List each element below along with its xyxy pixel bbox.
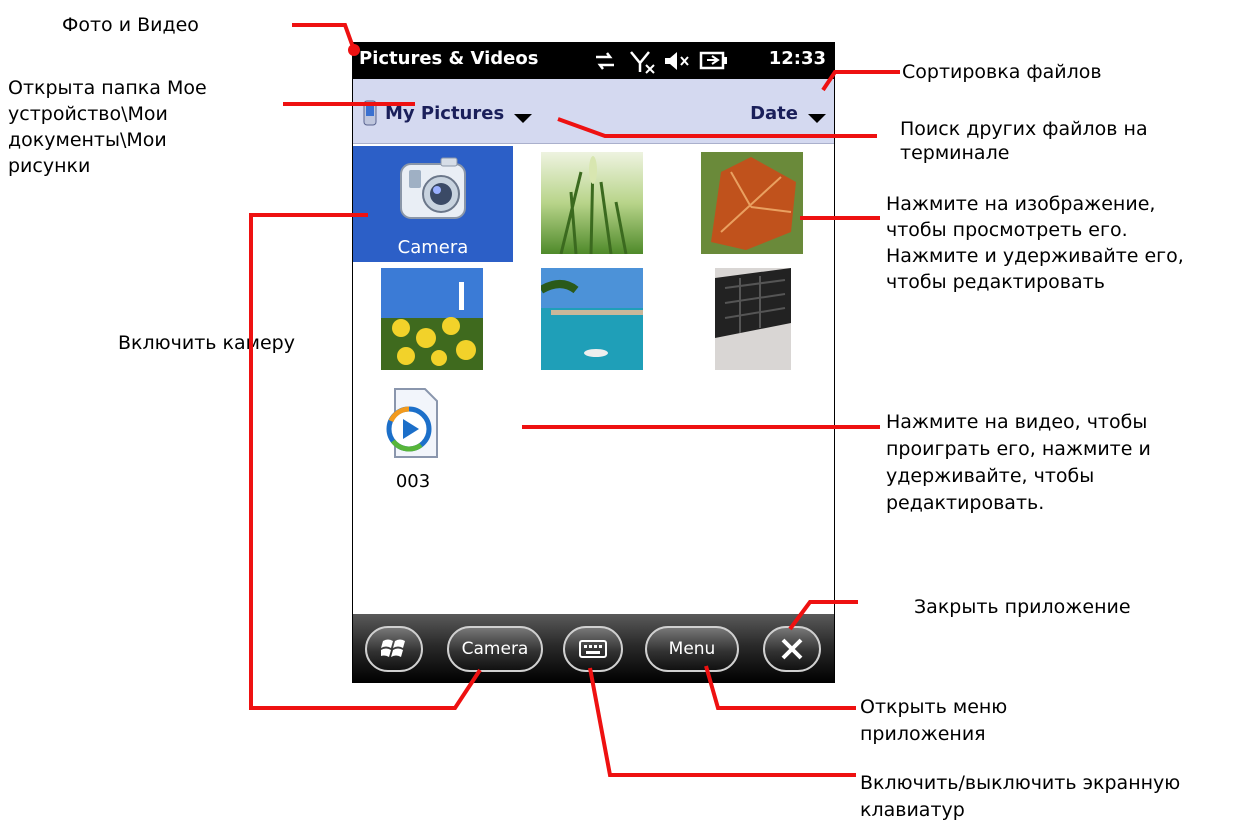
sync-icon [596, 52, 614, 70]
clock: 12:33 [768, 48, 826, 69]
thumbnail-keyboard[interactable] [715, 268, 791, 370]
chevron-down-icon [514, 113, 533, 123]
bottom-toolbar: Camera Menu [353, 614, 834, 683]
windows-logo-icon [381, 639, 405, 657]
keyboard-icon [579, 640, 607, 658]
thumbnail-grass[interactable] [541, 152, 643, 254]
thumbnail-leaf[interactable] [701, 152, 803, 254]
sort-label: Date [750, 102, 798, 124]
annotation-tap-video: Нажмите на видео, чтобы проиграть его, н… [886, 411, 1151, 514]
camera-tile-label: Camera [397, 237, 469, 258]
annotation-enable-camera: Включить камеру [118, 332, 295, 354]
annotation-photo-video: Фото и Видео [62, 14, 199, 36]
thumbnail-flowers[interactable] [381, 268, 483, 370]
folder-bar: My Pictures Date [353, 79, 834, 144]
annotation-open-menu: Открыть меню приложения [860, 696, 1008, 745]
video-label: 003 [395, 471, 431, 492]
start-button[interactable] [365, 626, 423, 672]
camera-icon [400, 157, 466, 219]
annotation-sort-files: Сортировка файлов [902, 61, 1102, 83]
volume-muted-icon [665, 52, 689, 70]
keyboard-toggle-button[interactable] [563, 626, 623, 672]
annotation-tap-image: Нажмите на изображение, чтобы просмотрет… [886, 193, 1184, 293]
callout-keyboard [588, 667, 856, 777]
sort-dropdown[interactable]: Date [750, 101, 826, 125]
camera-button[interactable]: Camera [447, 626, 543, 672]
media-player-icon [386, 388, 438, 458]
video-item[interactable]: 003 [373, 387, 453, 497]
close-icon [781, 638, 803, 660]
no-signal-icon [630, 51, 655, 74]
battery-charging-icon [699, 51, 727, 70]
annotation-close-app: Закрыть приложение [914, 596, 1131, 618]
thumbnail-pier[interactable] [541, 268, 643, 370]
folder-dropdown[interactable]: My Pictures [363, 100, 533, 126]
callout-photo-video [292, 23, 356, 51]
phone-screen: Pictures & Videos 12:33 My Pictures Date… [352, 42, 835, 683]
status-bar: Pictures & Videos 12:33 [353, 42, 834, 79]
close-button[interactable] [763, 626, 821, 672]
app-title: Pictures & Videos [359, 48, 539, 69]
camera-tile[interactable]: Camera [353, 146, 513, 262]
menu-button[interactable]: Menu [645, 626, 739, 672]
annotation-search-files: Поиск других файлов на терминале [900, 118, 1148, 164]
annotation-folder-open: Открыта папка Мое устройство\Мои докумен… [8, 77, 207, 177]
device-icon [363, 100, 377, 126]
annotation-toggle-keyboard: Включить/выключить экранную клавиатур [860, 772, 1181, 821]
chevron-down-icon [808, 113, 826, 123]
folder-name: My Pictures [385, 102, 505, 124]
